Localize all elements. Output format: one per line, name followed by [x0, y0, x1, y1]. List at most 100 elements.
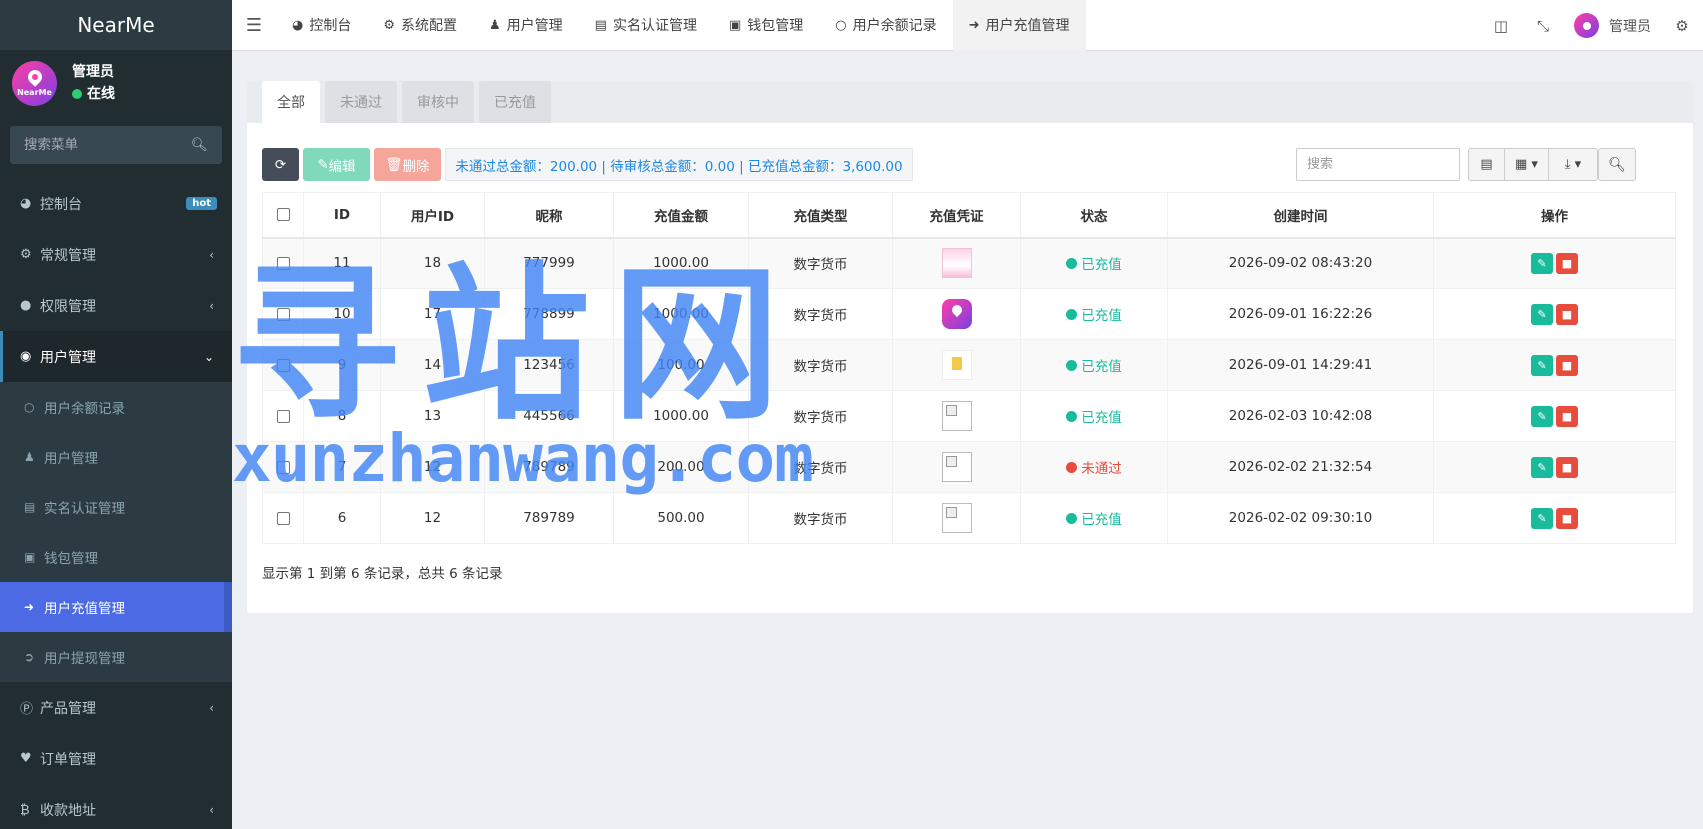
- tab-dashboard[interactable]: ◕ 控制台: [276, 0, 367, 51]
- voucher-thumbnail[interactable]: [941, 350, 972, 380]
- delete-button[interactable]: 🗑︎ 删除: [374, 148, 441, 181]
- menu-item-permission[interactable]: ● 权限管理 ‹: [0, 280, 232, 331]
- menu-item-users[interactable]: ◉ 用户管理 ⌄: [0, 331, 232, 382]
- tab-all[interactable]: 全部: [262, 81, 320, 123]
- sidebar-item-balance-log[interactable]: ○ 用户余额记录: [0, 382, 232, 432]
- tab-rejected[interactable]: 未通过: [325, 81, 397, 123]
- col-nickname[interactable]: 昵称: [484, 192, 614, 239]
- voucher-thumbnail[interactable]: [941, 503, 972, 533]
- col-status[interactable]: 状态: [1020, 192, 1168, 239]
- row-delete-button[interactable]: ■: [1556, 456, 1578, 478]
- fullscreen-icon[interactable]: ⤡: [1522, 17, 1564, 35]
- row-delete-button[interactable]: ■: [1556, 507, 1578, 529]
- table-row[interactable]: 6 12 789789 500.00 数字货币 已充值 2026-02-02 0…: [262, 492, 1676, 544]
- col-user-id[interactable]: 用户ID: [380, 192, 485, 239]
- cell-id: 6: [303, 492, 381, 544]
- search-icon[interactable]: 🔍︎: [191, 137, 208, 153]
- sidebar-item-recharge[interactable]: ➜ 用户充值管理: [0, 582, 232, 632]
- product-icon: Ⓟ: [20, 702, 34, 717]
- cell-amount: 1000.00: [613, 390, 749, 442]
- row-delete-button[interactable]: ■: [1556, 252, 1578, 274]
- row-edit-button[interactable]: ✎: [1531, 303, 1553, 325]
- table-header-row: ID 用户ID 昵称 充值金额 充值类型 充值凭证 状态 创建时间 操作: [262, 192, 1676, 239]
- table-row[interactable]: 11 18 777999 1000.00 数字货币 已充值 2026-09-02…: [262, 237, 1676, 289]
- list-icon: ▤: [1480, 157, 1493, 172]
- menu-search-input[interactable]: [24, 137, 184, 153]
- cell-user-id: 14: [380, 339, 485, 391]
- tab-wallet[interactable]: ▣ 钱包管理: [713, 0, 819, 51]
- row-checkbox[interactable]: [276, 307, 290, 321]
- row-edit-button[interactable]: ✎: [1531, 456, 1553, 478]
- download-icon: ⤓ ▾: [1564, 157, 1582, 172]
- row-checkbox[interactable]: [276, 256, 290, 270]
- hamburger-icon[interactable]: ☰: [232, 15, 276, 36]
- voucher-thumbnail[interactable]: [941, 299, 972, 329]
- chevron-left-icon: ‹: [209, 247, 214, 262]
- group-icon: ●: [20, 298, 32, 313]
- user-panel: NearMe 管理员 在线: [0, 50, 232, 116]
- col-id[interactable]: ID: [303, 192, 381, 239]
- row-edit-button[interactable]: ✎: [1531, 405, 1553, 427]
- status-dot-icon: [1066, 257, 1078, 269]
- sidebar-item-withdraw[interactable]: ➲ 用户提现管理: [0, 632, 232, 682]
- row-edit-button[interactable]: ✎: [1531, 507, 1553, 529]
- columns-button[interactable]: ▦ ▾: [1505, 149, 1549, 180]
- row-edit-button[interactable]: ✎: [1531, 252, 1553, 274]
- tab-balance-log[interactable]: ○ 用户余额记录: [819, 0, 952, 51]
- tab-user-manage[interactable]: ♟ 用户管理: [473, 0, 579, 51]
- row-delete-button[interactable]: ■: [1556, 354, 1578, 376]
- admin-menu[interactable]: 管理员: [1564, 13, 1661, 38]
- col-type[interactable]: 充值类型: [748, 192, 893, 239]
- row-checkbox[interactable]: [276, 460, 290, 474]
- tab-realname[interactable]: ▤ 实名认证管理: [579, 0, 713, 51]
- menu-item-dashboard[interactable]: ◕ 控制台 hot: [0, 178, 232, 229]
- table-row[interactable]: 10 17 778899 1000.00 数字货币 已充值 2026-09-01…: [262, 288, 1676, 340]
- menu-item-general[interactable]: ⚙ 常规管理 ‹: [0, 229, 232, 280]
- table-row[interactable]: 7 12 789789 200.00 数字货币 未通过 2026-02-02 2…: [262, 441, 1676, 493]
- main-panel: 全部 未通过 审核中 已充值 ⟳ ✎ 编辑 🗑︎ 删除 未通过总金额：200.00 …: [247, 81, 1693, 613]
- table-search-input[interactable]: [1296, 148, 1460, 181]
- voucher-thumbnail[interactable]: [941, 452, 972, 482]
- chevron-down-icon: ⌄: [203, 349, 214, 364]
- col-voucher[interactable]: 充值凭证: [892, 192, 1021, 239]
- export-button[interactable]: ⤓ ▾: [1549, 149, 1597, 180]
- translate-icon[interactable]: ◫: [1480, 17, 1522, 35]
- cell-type: 数字货币: [748, 390, 893, 442]
- row-edit-button[interactable]: ✎: [1531, 354, 1553, 376]
- refresh-button[interactable]: ⟳: [262, 148, 299, 181]
- menu-item-product[interactable]: Ⓟ 产品管理 ‹: [0, 682, 232, 733]
- menu-item-orders[interactable]: ♥ 订单管理: [0, 733, 232, 784]
- cell-created: 2026-09-02 08:43:20: [1167, 237, 1434, 289]
- row-checkbox[interactable]: [276, 358, 290, 372]
- tab-pending[interactable]: 审核中: [402, 81, 474, 123]
- col-created[interactable]: 创建时间: [1167, 192, 1434, 239]
- pagination-info: 显示第 1 到第 6 条记录，总共 6 条记录: [262, 566, 503, 582]
- sidebar-item-user-manage[interactable]: ♟ 用户管理: [0, 432, 232, 482]
- sidebar-item-realname[interactable]: ▤ 实名认证管理: [0, 482, 232, 532]
- select-all-checkbox[interactable]: [276, 208, 290, 222]
- row-checkbox[interactable]: [276, 409, 290, 423]
- voucher-thumbnail[interactable]: [941, 401, 972, 431]
- tab-recharge[interactable]: ➜ 用户充值管理: [952, 0, 1086, 51]
- heartbeat-icon: ♥: [20, 751, 32, 766]
- brand-logo[interactable]: NearMe: [0, 0, 232, 50]
- table-row[interactable]: 9 14 123456 100.00 数字货币 已充值 2026-09-01 1…: [262, 339, 1676, 391]
- row-checkbox[interactable]: [276, 511, 290, 525]
- toggle-view-button[interactable]: ▤: [1469, 149, 1505, 180]
- user-name: 管理员: [72, 64, 114, 80]
- gears-icon[interactable]: ⚙: [1661, 17, 1703, 35]
- tab-recharged[interactable]: 已充值: [479, 81, 551, 123]
- voucher-thumbnail[interactable]: [941, 248, 972, 279]
- menu-item-address[interactable]: ₿ 收款地址 ‹: [0, 784, 232, 829]
- row-delete-button[interactable]: ■: [1556, 303, 1578, 325]
- advanced-search-button[interactable]: 🔍︎: [1598, 148, 1636, 181]
- tab-system-config[interactable]: ⚙ 系统配置: [367, 0, 473, 51]
- id-card-icon: ▤: [24, 500, 36, 514]
- table-row[interactable]: 8 13 445566 1000.00 数字货币 已充值 2026-02-03 …: [262, 390, 1676, 442]
- bitcoin-icon: ₿: [20, 802, 30, 818]
- sidebar-item-wallet[interactable]: ▣ 钱包管理: [0, 532, 232, 582]
- cell-user-id: 12: [380, 492, 485, 544]
- edit-button[interactable]: ✎ 编辑: [303, 148, 370, 181]
- col-amount[interactable]: 充值金额: [613, 192, 749, 239]
- row-delete-button[interactable]: ■: [1556, 405, 1578, 427]
